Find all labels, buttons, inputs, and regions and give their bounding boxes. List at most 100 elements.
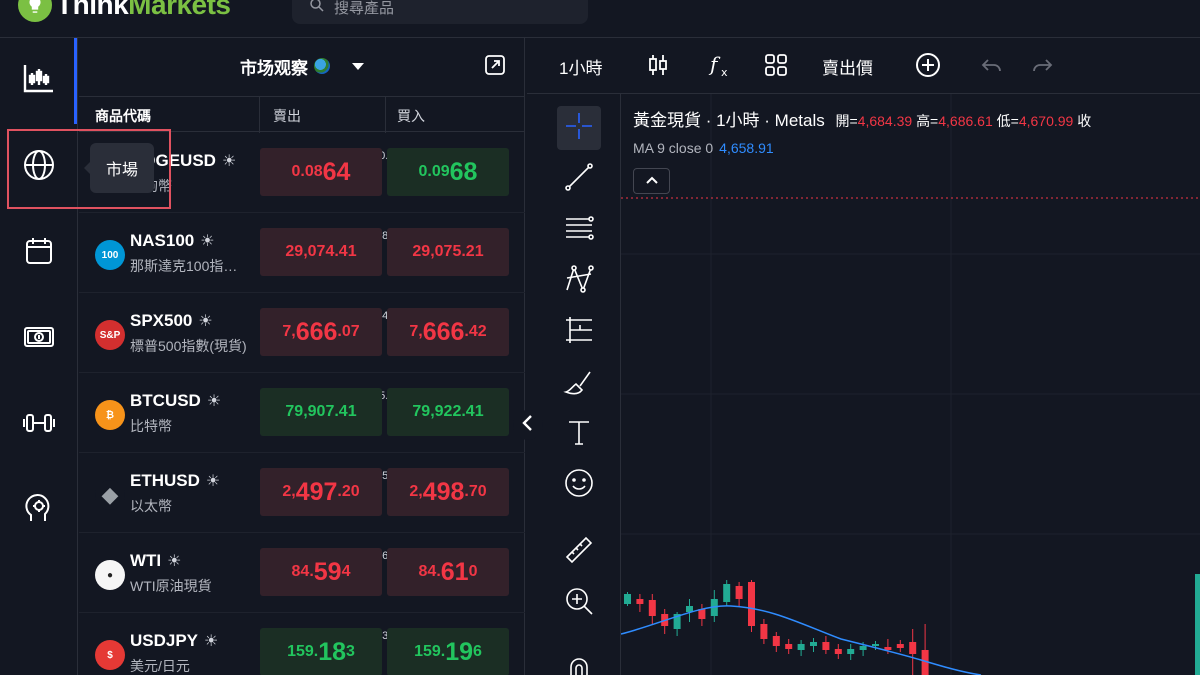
symbol-name: 標普500指數(現貨): [130, 338, 247, 354]
symbol-code[interactable]: SPX500 ☀: [130, 311, 213, 331]
magnet-tool[interactable]: [557, 650, 601, 675]
sell-price-button[interactable]: 2, 497.20: [260, 468, 382, 516]
market-row[interactable]: S&PSPX500☀標普500指數(現貨)0.47,666.077,666.42: [79, 293, 525, 373]
nav-calendar[interactable]: [14, 228, 64, 278]
crosshair-tool[interactable]: [557, 106, 601, 150]
candle-body: [859, 646, 867, 650]
emoji-tool[interactable]: [557, 463, 601, 507]
candle-body: [834, 649, 842, 654]
buy-price-button[interactable]: 29,075.21: [387, 228, 509, 276]
market-row[interactable]: ◆ETHUSD☀以太幣1.52,497.202,498.70: [79, 453, 525, 533]
position-tool[interactable]: [557, 310, 601, 354]
sell-price-big: 497: [295, 477, 338, 506]
search-icon: [308, 0, 326, 18]
market-row[interactable]: $USDJPY☀美元/日元1.3159.183159.196: [79, 613, 525, 675]
buy-price-button[interactable]: 7, 666.42: [387, 308, 509, 356]
divider: [385, 97, 386, 133]
popout-icon[interactable]: [484, 54, 506, 76]
interval-button[interactable]: 1小時: [559, 54, 602, 79]
logo[interactable]: ThinkMarkets: [18, 0, 231, 22]
instrument-label[interactable]: 黃金現貨 · 1小時 · Metals: [633, 111, 825, 130]
market-hours-icon: ☀: [200, 233, 215, 250]
nav-market[interactable]: [14, 142, 64, 192]
add-button[interactable]: [915, 52, 941, 83]
undo-button[interactable]: [979, 52, 1005, 83]
symbol-code[interactable]: BTCUSD ☀: [130, 391, 221, 411]
buy-price-tail: 6: [473, 643, 482, 660]
svg-text:f: f: [708, 52, 721, 76]
symbol-name: 比特幣: [130, 418, 172, 434]
buy-price-button[interactable]: 2, 498.70: [387, 468, 509, 516]
sell-price-button[interactable]: 159. 18 3: [260, 628, 382, 675]
redo-button[interactable]: [1029, 52, 1055, 83]
low-label: 低=: [996, 113, 1019, 129]
measure-tool[interactable]: [557, 530, 601, 574]
market-header[interactable]: 市场观察: [79, 38, 525, 94]
chevron-down-icon[interactable]: [352, 62, 364, 70]
trendline-tool[interactable]: [557, 157, 601, 201]
indicators-button[interactable]: fx: [707, 52, 733, 83]
buy-price-button[interactable]: 0.09 68: [387, 148, 509, 196]
pattern-tool[interactable]: [557, 259, 601, 303]
nav-insights[interactable]: [14, 486, 64, 536]
col-buy[interactable]: 買入: [397, 106, 425, 126]
symbol-icon: S&P: [95, 320, 125, 350]
symbol-code[interactable]: WTI ☀: [130, 551, 182, 571]
candle-body: [748, 582, 755, 626]
legend-toggle-button[interactable]: [633, 168, 670, 194]
layout-button[interactable]: [763, 52, 789, 83]
text-tool[interactable]: [557, 412, 601, 456]
buy-price-tail: .42: [464, 323, 487, 340]
svg-text:x: x: [721, 66, 728, 78]
market-row[interactable]: ●WTI☀WTI原油現貨1.684.59484.610: [79, 533, 525, 613]
market-hours-icon: ☀: [198, 313, 213, 330]
sell-price-button[interactable]: 84. 59 4: [260, 548, 382, 596]
market-row[interactable]: ₿ BTCUSD ☀ 比特幣 15.0 79,907.41 79,922.41: [79, 373, 525, 453]
symbol-icon: $: [95, 640, 125, 670]
sell-price-button[interactable]: 29,074.41: [260, 228, 382, 276]
zoom-tool[interactable]: [557, 581, 601, 625]
high-value: 4,686.61: [938, 113, 993, 129]
nav-chart[interactable]: [14, 56, 64, 106]
ma-label[interactable]: MA 9 close 0: [633, 140, 713, 156]
globe-icon: [314, 58, 330, 74]
buy-price-small: 7,: [409, 323, 423, 340]
buy-price-big: 68: [449, 157, 478, 186]
buy-price-button[interactable]: 79,922.41: [387, 388, 509, 436]
fx-icon: fx: [707, 52, 733, 83]
active-accent: [74, 38, 77, 124]
symbol-code[interactable]: NAS100 ☀: [130, 231, 215, 251]
open-label: 開=: [835, 113, 858, 129]
buy-price-button[interactable]: 159. 19 6: [387, 628, 509, 675]
symbol-code[interactable]: ETHUSD ☀: [130, 471, 220, 491]
sell-price-button[interactable]: 0.08 64: [260, 148, 382, 196]
symbol-code[interactable]: USDJPY ☀: [130, 631, 218, 651]
market-title: 市场观察: [240, 58, 308, 78]
candle-body: [760, 624, 768, 639]
sell-price-tail: .20: [337, 483, 360, 500]
nav-training[interactable]: [14, 400, 64, 450]
sell-price-small: 29,074.41: [285, 243, 357, 260]
sell-price-button[interactable]: 7, 666.07: [260, 308, 382, 356]
fib-tool[interactable]: [557, 208, 601, 252]
col-sell[interactable]: 賣出: [273, 106, 301, 126]
chart-legend: 黃金現貨 · 1小時 · Metals 開=4,684.39 高=4,686.6…: [633, 106, 1091, 131]
candle-type-button[interactable]: [645, 52, 671, 83]
candle-body: [909, 642, 917, 654]
sell-price-button[interactable]: 79,907.41: [260, 388, 382, 436]
brush-tool[interactable]: [557, 361, 601, 405]
sell-price-tail: .07: [337, 323, 360, 340]
search-input[interactable]: 搜尋產品: [292, 0, 588, 24]
bulb-icon: [18, 0, 52, 22]
price-chart[interactable]: 黃金現貨 · 1小時 · Metals 開=4,684.39 高=4,686.6…: [621, 94, 1200, 675]
candle-body: [735, 586, 743, 599]
collapse-panel-button[interactable]: [513, 410, 543, 440]
search-placeholder: 搜尋產品: [334, 0, 395, 17]
price-type-button[interactable]: 賣出價: [822, 54, 873, 79]
magnet-icon: [562, 653, 596, 675]
buy-price-button[interactable]: 84. 61 0: [387, 548, 509, 596]
market-row[interactable]: 100NAS100☀那斯達克100指…0.829,074.4129,075.21: [79, 213, 525, 293]
candle-body: [1195, 574, 1200, 675]
col-symbol[interactable]: 商品代碼: [95, 106, 151, 126]
nav-finance[interactable]: [14, 314, 64, 364]
